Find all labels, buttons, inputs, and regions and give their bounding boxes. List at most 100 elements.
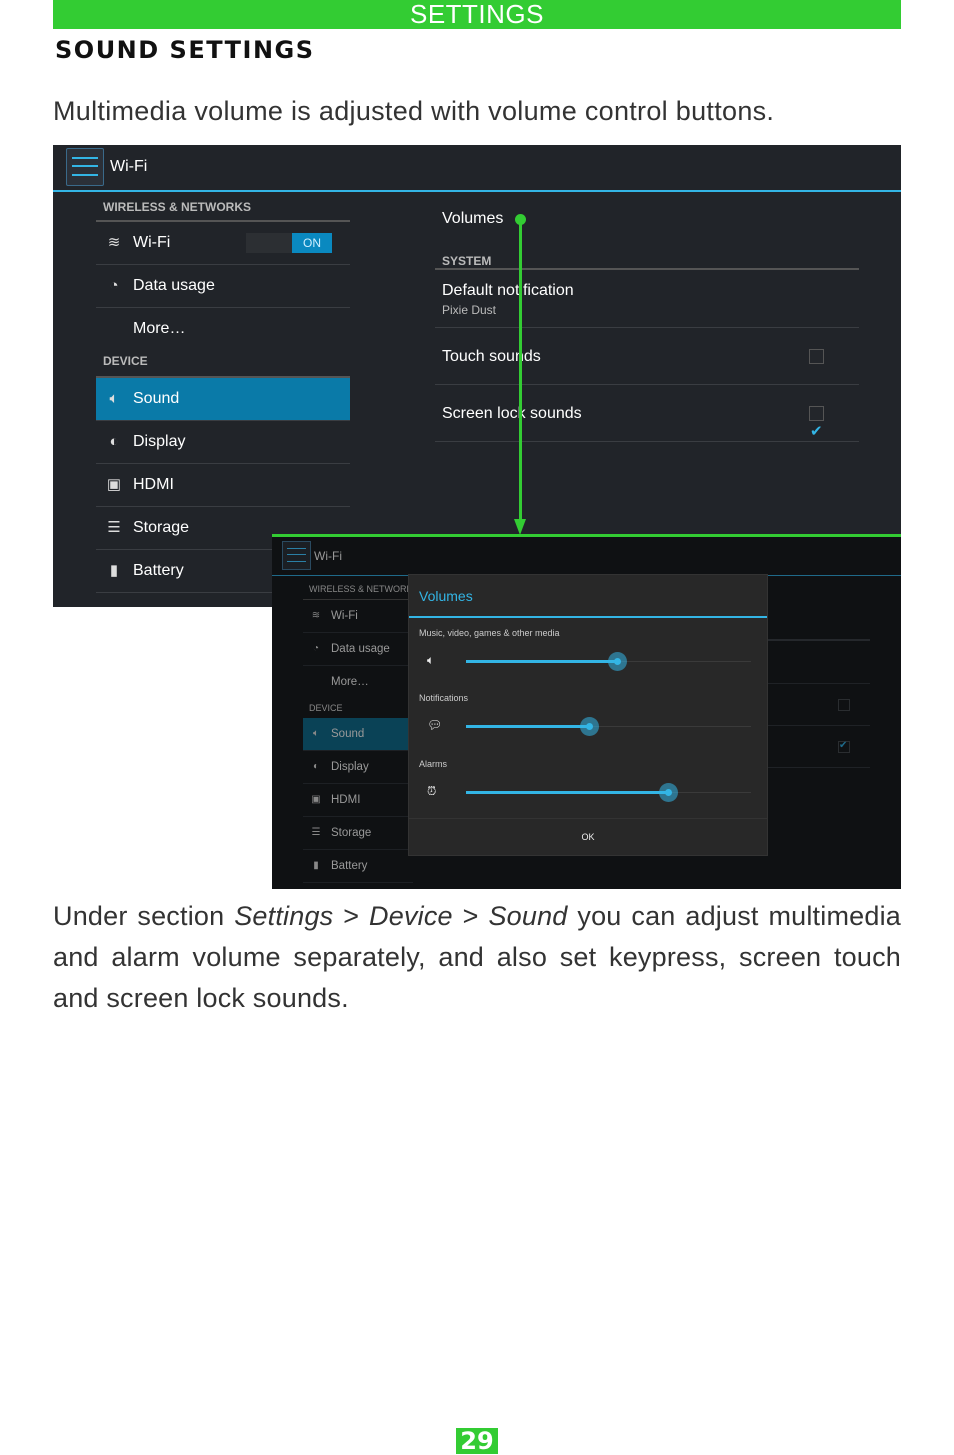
sidebar-item-label: HDMI — [133, 476, 174, 493]
section-header-bar: SETTINGS — [53, 0, 901, 29]
wifi-toggle[interactable]: ON — [246, 233, 332, 253]
notifications-volume-slider[interactable] — [466, 717, 751, 736]
sidebar-item-data-usage[interactable]: ◔ Data usage — [303, 633, 413, 666]
path-separator: > — [333, 901, 370, 931]
sidebar-item-label: Storage — [331, 827, 372, 839]
hdmi-icon: ▣ — [106, 476, 122, 493]
sound-icon: 🔈︎ — [313, 728, 319, 739]
sidebar-item-label: More… — [133, 320, 186, 337]
category-device: DEVICE — [96, 350, 350, 378]
media-volume-label: Music, video, games & other media — [419, 628, 560, 638]
volumes-item[interactable]: Volumes — [435, 192, 859, 230]
sidebar-item-more[interactable]: More… — [303, 666, 413, 698]
sidebar-item-sound[interactable]: 🔈︎ Sound — [96, 378, 350, 421]
page-title: SOUND SETTINGS — [55, 36, 315, 64]
category-system: SYSTEM — [435, 230, 859, 270]
dialog-title: Volumes — [419, 588, 473, 604]
sidebar-item-label: Battery — [331, 860, 368, 872]
screen-lock-sounds-item[interactable]: Screen lock sounds — [435, 385, 859, 461]
screen-lock-sounds-label: Screen lock sounds — [442, 405, 582, 422]
sidebar-item-label: Display — [331, 761, 369, 773]
category-wireless-networks: WIRELESS & NETWORKS — [96, 192, 350, 222]
slider-thumb[interactable] — [659, 783, 679, 802]
slider-fill — [466, 725, 589, 728]
sidebar-item-wifi[interactable]: ≋ Wi-Fi — [303, 600, 413, 633]
slider-thumb[interactable] — [579, 717, 599, 736]
sidebar-item-hdmi[interactable]: ▣ HDMI — [303, 784, 413, 817]
toggle-on-label: ON — [292, 233, 332, 253]
sound-settings-pane: Volumes SYSTEM Default notification Pixi… — [435, 192, 859, 461]
sidebar-item-sound[interactable]: 🔈︎ Sound — [303, 718, 413, 751]
display-icon: ◐ — [109, 433, 119, 450]
callout-connector-dot — [515, 214, 526, 225]
slider-thumb[interactable] — [608, 652, 628, 671]
default-notification-value: Pixie Dust — [442, 303, 497, 317]
alarm-clock-icon: ⏰︎ — [427, 784, 437, 798]
slider-fill — [466, 660, 618, 663]
action-bar-title: Wi-Fi — [314, 549, 342, 563]
path-settings: Settings — [234, 901, 334, 931]
touch-sounds-label: Touch sounds — [442, 348, 541, 365]
callout-connector-line — [519, 220, 522, 520]
action-bar: Wi-Fi — [53, 145, 901, 192]
body-paragraph: Under section Settings > Device > Sound … — [53, 896, 901, 1019]
notification-icon: 💬︎ — [427, 718, 443, 732]
text-run: Under section — [53, 901, 235, 931]
data-usage-icon: ◔ — [109, 277, 119, 294]
display-icon: ◐ — [312, 761, 320, 772]
battery-icon: ▮ — [313, 860, 319, 871]
screen-lock-sounds-checkbox: ✔ — [838, 741, 850, 753]
action-bar: Wi-Fi — [272, 537, 901, 576]
sidebar-item-display[interactable]: ◐ Display — [303, 751, 413, 784]
sidebar-item-label: Data usage — [331, 643, 390, 655]
storage-icon: ☰ — [107, 519, 121, 536]
category-device: DEVICE — [309, 703, 343, 713]
slider-fill — [466, 791, 669, 794]
touch-sounds-item[interactable]: Touch sounds — [435, 328, 859, 385]
battery-icon: ▮ — [109, 562, 119, 579]
sidebar-item-battery[interactable]: ▮ Battery — [303, 850, 413, 883]
sidebar-item-label: Wi-Fi — [331, 610, 358, 622]
sidebar-item-wifi[interactable]: ≋ Wi-Fi ON — [96, 222, 350, 265]
sidebar-item-label: Sound — [133, 390, 180, 407]
wifi-icon: ≋ — [107, 234, 121, 251]
settings-left-pane: WIRELESS & NETWORKS ≋ Wi-Fi ON ◔ Data us… — [96, 192, 350, 593]
settings-app-icon[interactable] — [66, 148, 104, 186]
settings-app-icon[interactable] — [282, 541, 311, 570]
settings-left-pane: WIRELESS & NETWORKS ≋ Wi-Fi ◔ Data usage M… — [303, 577, 419, 883]
sidebar-item-display[interactable]: ◐ Display — [96, 421, 350, 464]
default-notification-title: Default notification — [442, 282, 574, 299]
callout-arrow-icon — [514, 519, 526, 535]
action-bar-title: Wi-Fi — [110, 158, 148, 175]
sidebar-item-label: Sound — [331, 728, 365, 740]
sidebar-item-label: Wi-Fi — [133, 234, 171, 251]
wifi-icon: ≋ — [311, 610, 321, 621]
sidebar-item-label: Storage — [133, 519, 190, 536]
section-header-title: SETTINGS — [409, 0, 544, 29]
alarms-volume-slider[interactable] — [466, 783, 751, 802]
sidebar-item-more[interactable]: More… — [96, 308, 350, 350]
notifications-volume-label: Notifications — [419, 693, 469, 703]
ok-button[interactable]: OK — [409, 819, 767, 855]
media-volume-slider[interactable] — [466, 652, 751, 671]
sidebar-item-storage[interactable]: ☰ Storage — [303, 817, 413, 850]
screen-lock-sounds-checkbox[interactable] — [809, 403, 824, 461]
volumes-dialog-screenshot: Wi-Fi WIRELESS & NETWORKS ≋ Wi-Fi ◔ Data u… — [272, 534, 901, 889]
storage-icon: ☰ — [311, 827, 321, 838]
default-notification-item[interactable]: Default notification Pixie Dust — [435, 270, 859, 328]
sidebar-item-label: HDMI — [331, 794, 361, 806]
sidebar-item-data-usage[interactable]: ◔ Data usage — [96, 265, 350, 308]
hdmi-icon: ▣ — [311, 794, 321, 805]
path-sound: Sound — [488, 901, 568, 931]
data-usage-icon: ◔ — [312, 643, 320, 654]
sidebar-item-label: Battery — [133, 562, 184, 579]
page-number: 29 — [456, 1428, 498, 1454]
intro-paragraph: Multimedia volume is adjusted with volum… — [53, 96, 775, 126]
alarms-volume-label: Alarms — [419, 759, 448, 769]
path-device: Device — [369, 901, 453, 931]
sidebar-item-hdmi[interactable]: ▣ HDMI — [96, 464, 350, 507]
touch-sounds-checkbox — [838, 699, 850, 711]
sidebar-item-label: Data usage — [133, 277, 215, 294]
path-separator: > — [452, 901, 489, 931]
touch-sounds-checkbox[interactable] — [809, 349, 824, 364]
